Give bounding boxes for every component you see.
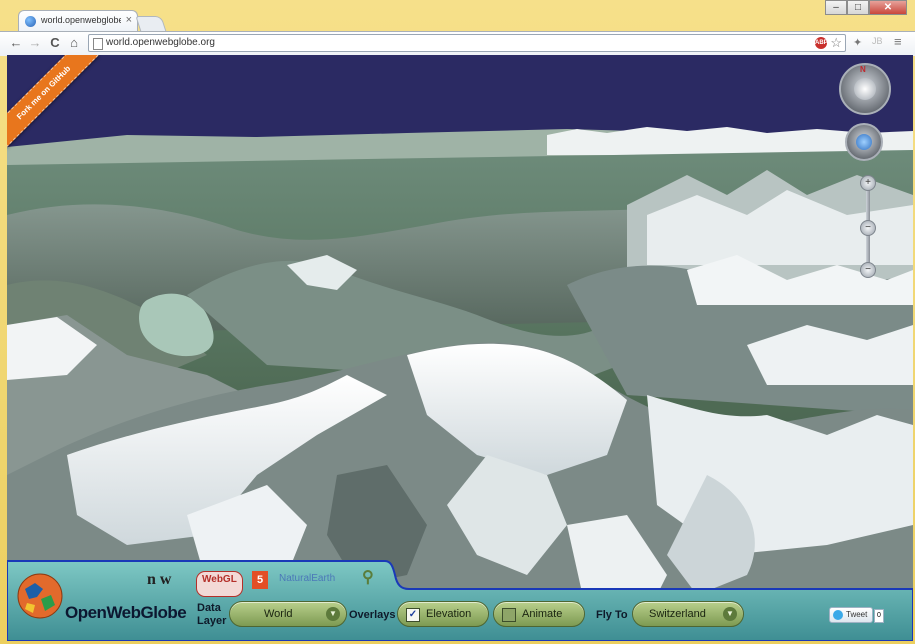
chevron-down-icon: ▼ (326, 607, 340, 621)
home-button[interactable]: ⌂ (66, 35, 82, 51)
window-controls: – □ ✕ (825, 0, 907, 15)
animate-toggle[interactable]: Animate (493, 601, 585, 627)
chevron-down-icon: ▼ (723, 607, 737, 621)
fly-to-dropdown[interactable]: Switzerland ▼ (632, 601, 744, 627)
logo-text: OpenWebGlobe (65, 603, 187, 622)
naturalearth-logo[interactable]: NaturalEarth (279, 573, 335, 593)
reload-button[interactable]: C (47, 35, 63, 51)
tab-close-icon[interactable]: × (126, 14, 132, 26)
zoom-out-button[interactable]: − (860, 262, 876, 278)
html5-logo[interactable]: 5 (252, 571, 268, 589)
animate-label: Animate (522, 608, 563, 620)
fly-to-value: Switzerland (649, 608, 706, 620)
browser-toolbar: ← → C ⌂ world.openwebglobe.org ABP ☆ ✦ J… (0, 31, 915, 56)
data-layer-dropdown[interactable]: World ▼ (229, 601, 347, 627)
control-panel: OpenWebGlobe n w WebGL 5 NaturalEarth ⚲ … (7, 561, 913, 641)
close-window-button[interactable]: ✕ (869, 0, 907, 15)
fly-to-label: Fly To (596, 609, 628, 621)
overlays-label: Overlays (349, 609, 396, 621)
magnifier-icon[interactable]: ⚲ (362, 567, 374, 587)
globe-viewport[interactable]: Fork me on GitHub N + − − OpenWebGlobe n… (7, 55, 913, 641)
openwebglobe-logo-icon (17, 573, 63, 619)
zoom-in-button[interactable]: + (860, 175, 876, 191)
url-text: world.openwebglobe.org (106, 37, 215, 48)
tilt-control[interactable] (845, 123, 883, 161)
extension-jb-icon[interactable]: JB (872, 36, 883, 46)
elevation-label: Elevation (426, 608, 472, 620)
browser-tab[interactable]: world.openwebglobe.org × (18, 10, 138, 32)
maximize-button[interactable]: □ (847, 0, 869, 15)
person-icon[interactable] (854, 78, 876, 100)
tweet-label: Tweet (846, 610, 868, 619)
webgl-logo[interactable]: WebGL (196, 571, 243, 597)
back-button[interactable]: ← (8, 35, 24, 51)
compass-north-icon: N (860, 65, 866, 74)
globe-icon (856, 134, 872, 150)
elevation-checkbox[interactable]: ✓ (406, 608, 420, 622)
address-bar[interactable]: world.openwebglobe.org ABP ☆ (88, 34, 846, 52)
bookmark-star-icon[interactable]: ☆ (830, 35, 842, 51)
minimize-button[interactable]: – (825, 0, 847, 15)
animate-checkbox[interactable] (502, 608, 516, 622)
new-tab-button[interactable] (135, 16, 167, 32)
nw-logo[interactable]: n w (147, 571, 171, 591)
tab-title: world.openwebglobe.org (41, 15, 121, 25)
terrain-scene[interactable] (7, 55, 913, 641)
chrome-menu-icon[interactable]: ≡ (894, 34, 902, 49)
data-layer-label: Data Layer (197, 602, 227, 627)
elevation-toggle[interactable]: ✓ Elevation (397, 601, 489, 627)
data-layer-value: World (264, 608, 293, 620)
tweet-count: 0 (874, 609, 884, 623)
adblock-icon[interactable]: ABP (815, 37, 828, 49)
twitter-bird-icon (833, 610, 843, 620)
zoom-slider-handle[interactable]: − (860, 220, 876, 236)
forward-button[interactable]: → (27, 35, 43, 51)
browser-window: world.openwebglobe.org × – □ ✕ ← → C ⌂ w… (0, 0, 915, 644)
extension-icon[interactable]: ✦ (853, 36, 862, 49)
globe-favicon-icon (25, 16, 36, 27)
page-icon (93, 38, 103, 50)
navigation-compass[interactable]: N (839, 63, 891, 115)
tweet-button[interactable]: Tweet (829, 607, 873, 623)
